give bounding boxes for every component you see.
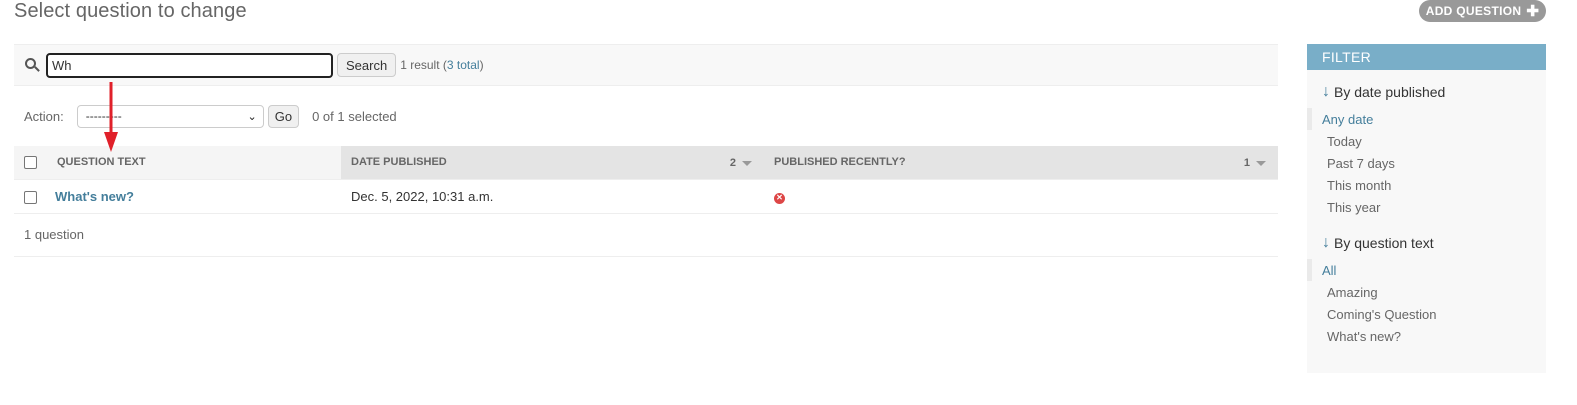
filter-option-this-month[interactable]: This month: [1307, 174, 1546, 196]
column-header-label: PUBLISHED RECENTLY?: [774, 156, 906, 169]
row-select-cell: [14, 179, 46, 214]
action-label: Action:: [24, 108, 64, 124]
total-results-link[interactable]: 3 total: [447, 58, 480, 72]
filter-option-whats-new[interactable]: What's new?: [1307, 325, 1546, 347]
table-row: What's new? Dec. 5, 2022, 10:31 a.m. ✕: [14, 179, 1278, 214]
column-header-question-text[interactable]: QUESTION TEXT: [46, 146, 341, 180]
sort-priority: 1: [1243, 157, 1250, 169]
filter-option-today[interactable]: Today: [1307, 130, 1546, 152]
search-result-count: 1 result (3 total): [400, 58, 484, 72]
column-header-label: DATE PUBLISHED: [351, 156, 447, 169]
result-list: QUESTION TEXT DATE PUBLISHED 2 PUBLISHED…: [14, 146, 1278, 214]
column-header-published-recently[interactable]: PUBLISHED RECENTLY? 1: [764, 146, 1278, 180]
no-icon: ✕: [774, 192, 785, 204]
add-question-label: ADD QUESTION: [1425, 4, 1522, 18]
sort-descending-icon: [1256, 160, 1266, 166]
row-checkbox[interactable]: [24, 190, 37, 204]
filter-group-label: By question text: [1334, 235, 1434, 251]
sort-descending-icon: [742, 160, 752, 166]
filter-option-amazing[interactable]: Amazing: [1307, 281, 1546, 303]
question-text-cell: What's new?: [46, 179, 341, 214]
filter-group-title[interactable]: ↓ By question text: [1307, 233, 1546, 253]
plus-icon: ✚: [1526, 2, 1540, 20]
paginator: 1 question: [14, 214, 1278, 257]
filter-group-title[interactable]: ↓ By date published: [1307, 82, 1546, 102]
changelist: Search 1 result (3 total) Action: ------…: [14, 44, 1278, 257]
published-recently-cell: ✕: [764, 179, 1278, 214]
question-link[interactable]: What's new?: [55, 189, 134, 204]
search-input[interactable]: [46, 52, 333, 78]
filter-option-any-date[interactable]: Any date: [1307, 108, 1546, 130]
chevron-down-icon: ⌄: [247, 110, 257, 123]
sort-indicator[interactable]: 1: [1244, 157, 1266, 169]
select-all-checkbox[interactable]: [24, 155, 37, 169]
add-question-button[interactable]: ADD QUESTION ✚: [1419, 0, 1546, 22]
page-title: Select question to change: [14, 0, 247, 22]
filter-panel: FILTER ↓ By date published Any date Toda…: [1307, 44, 1546, 373]
go-button[interactable]: Go: [267, 104, 300, 128]
selected-count: 0 of 1 selected: [312, 108, 397, 124]
date-published-cell: Dec. 5, 2022, 10:31 a.m.: [341, 179, 764, 214]
column-header-label: QUESTION TEXT: [57, 156, 146, 169]
filter-option-all[interactable]: All: [1307, 259, 1546, 281]
sort-priority: 2: [729, 157, 736, 169]
filter-option-past-7-days[interactable]: Past 7 days: [1307, 152, 1546, 174]
actions-bar: Action: --------- ⌄ Go 0 of 1 selected: [14, 86, 1278, 146]
sort-indicator[interactable]: 2: [730, 157, 752, 169]
search-icon: [24, 57, 40, 73]
arrow-down-icon: ↓: [1322, 83, 1330, 100]
annotation-arrow-icon: [104, 82, 118, 152]
filter-list-date: Any date Today Past 7 days This month Th…: [1307, 108, 1546, 218]
select-all-header: [14, 146, 46, 180]
filter-header: FILTER: [1307, 44, 1546, 70]
column-header-date-published[interactable]: DATE PUBLISHED 2: [341, 146, 764, 180]
filter-group-label: By date published: [1334, 84, 1446, 100]
filter-list-question-text: All Amazing Coming's Question What's new…: [1307, 259, 1546, 347]
filter-option-comings-question[interactable]: Coming's Question: [1307, 303, 1546, 325]
search-button[interactable]: Search: [337, 53, 397, 77]
filter-option-this-year[interactable]: This year: [1307, 196, 1546, 218]
arrow-down-icon: ↓: [1322, 234, 1330, 251]
search-toolbar: Search 1 result (3 total): [14, 44, 1278, 86]
